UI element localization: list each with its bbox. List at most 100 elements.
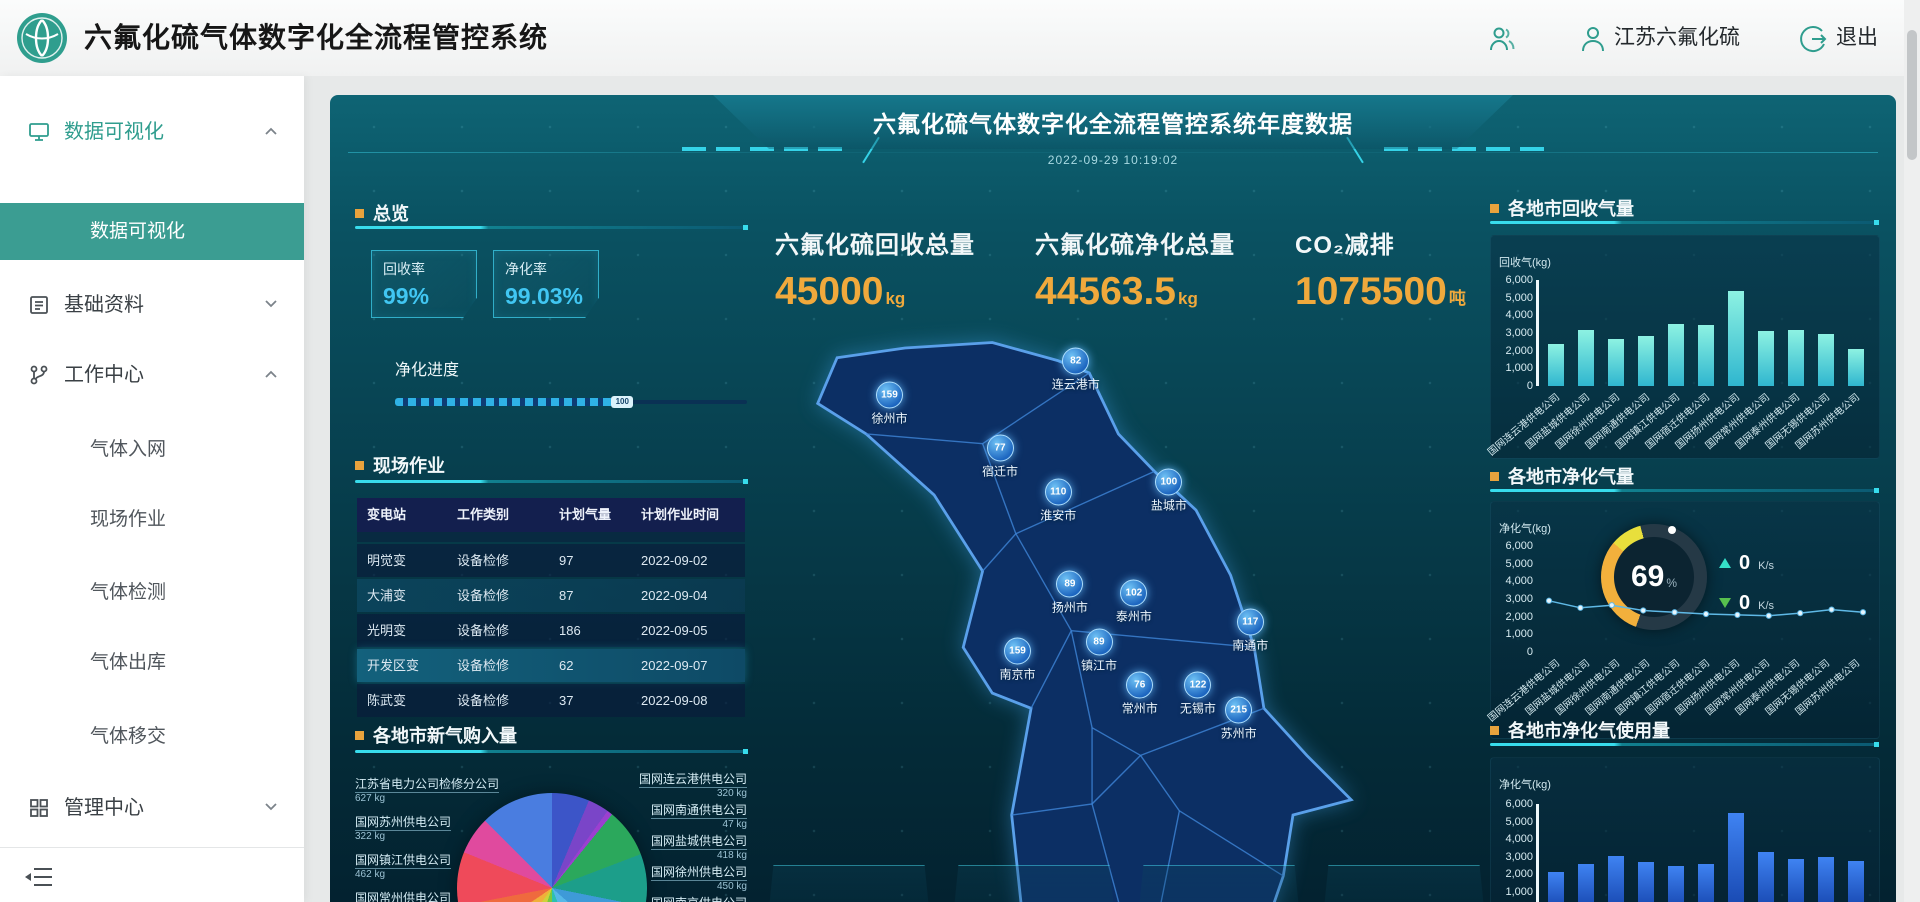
pie-legend-right: 国网连云港供电公司320 kg国网南通供电公司47 kg国网盐城供电公司418 … [587,770,747,902]
table-cell: 2022-09-08 [631,684,745,717]
chevron-down-icon [264,802,278,812]
legend-value: 47 kg [587,819,747,830]
axis-tick-label: 2,000 [1491,345,1533,357]
legend-name: 国网苏州供电公司 [355,816,451,831]
page-scrollbar[interactable] [1904,0,1920,902]
data-point [1641,608,1646,613]
legend-name: 江苏省电力公司检修分公司 [355,778,499,793]
scrollbar-thumb[interactable] [1907,30,1917,160]
table-cell: 设备检修 [447,684,549,717]
legend-name: 国网连云港供电公司 [639,773,747,788]
bar [1818,334,1834,386]
axis-tick-label: 6,000 [1491,540,1533,552]
sidebar-subitem-site-work[interactable]: 现场作业 [0,500,304,540]
sidebar-item-work-center[interactable]: 工作中心 [0,355,304,395]
legend-value: 627 kg [355,793,515,804]
chart-plot [1541,546,1871,652]
table-cell: 设备检修 [447,614,549,647]
bar [1578,864,1594,902]
collapse-sidebar-icon[interactable] [24,864,54,890]
logout-button[interactable]: 退出 [1836,0,1878,76]
sidebar-subitem-gas-transfer[interactable]: 气体移交 [0,717,304,757]
table-cell: 186 [549,614,631,647]
section-purified-gas: 各地市净化气量 [1490,463,1634,489]
axis-tick-label: 0 [1491,380,1533,392]
bar [1548,872,1564,902]
bar [1668,324,1684,386]
chevron-up-icon [264,126,278,136]
section-underline [355,226,747,229]
axis-tick-label: 0 [1491,646,1533,658]
purified-gas-line-chart: 净化气(kg) 69 % 0 K/s 0 K/s 6,0005,0004,000… [1490,501,1880,739]
top-bar: 六氟化硫气体数字化全流程管控系统 江苏六氟化硫 退出 [0,0,1920,76]
legend-name: 国网南京供电公司 [651,897,747,902]
section-purified-gas-usage: 各地市净化气使用量 [1490,717,1670,743]
logout-icon[interactable] [1798,24,1828,54]
legend-name: 国网常州供电公司 [355,892,451,902]
bar [1548,344,1564,386]
sidebar-item-data-visualization[interactable]: 数据可视化 [0,112,304,152]
table-cell: 设备检修 [447,649,549,682]
bar [1608,339,1624,386]
stat-recovered-total: 六氟化硫回收总量 45000kg [775,225,1025,314]
table-cell: 明觉变 [357,544,447,577]
dashboard-datetime: 2022-09-29 10:19:02 [1048,153,1178,167]
monitor-icon [28,121,50,143]
table-cell: 2022-09-07 [631,649,745,682]
grid-icon [28,797,50,819]
chart-plot [1541,280,1871,386]
legend-value: 450 kg [587,881,747,892]
legend-item: 国网连云港供电公司320 kg [587,770,747,799]
legend-item: 国网徐州供电公司450 kg [587,863,747,892]
bar [1848,861,1864,902]
table-cell: 大浦变 [357,579,447,612]
data-point [1829,607,1834,612]
users-group-icon[interactable] [1487,24,1517,54]
sidebar-subitem-gas-outbound[interactable]: 气体出库 [0,643,304,683]
bar [1578,330,1594,386]
legend-value: 418 kg [587,850,747,861]
legend-value: 322 kg [355,831,515,842]
legend-name: 国网徐州供电公司 [651,866,747,881]
sidebar-subitem-gas-testing[interactable]: 气体检测 [0,573,304,613]
data-point [1735,612,1740,617]
section-bullet [355,731,364,740]
sidebar-item-basic-data[interactable]: 基础资料 [0,285,304,325]
bar [1698,325,1714,386]
bottom-card-3 [1135,865,1303,902]
legend-item: 国网苏州供电公司322 kg [355,813,515,842]
jiangsu-province-map: 159徐州市82连云港市77宿迁市110淮安市100盐城市89扬州市102泰州市… [808,312,1390,796]
sidebar-subitem-gas-network[interactable]: 气体入网 [0,430,304,470]
progress-badge: 100 [611,396,633,408]
axis-tick-label: 1,000 [1491,362,1533,374]
axis-tick-label: 1,000 [1491,628,1533,640]
current-user-label: 江苏六氟化硫 [1614,0,1740,76]
bar [1788,859,1804,902]
bar [1848,349,1864,386]
axis-tick-label: 5,000 [1491,558,1533,570]
sidebar: 数据可视化 数据可视化 基础资料 工作中心 气体入网 现场作业 气体检测 气体出… [0,76,304,902]
section-overview: 总览 [355,200,409,226]
sidebar-item-management-center[interactable]: 管理中心 [0,788,304,828]
table-cell: 37 [549,684,631,717]
bar [1728,813,1744,902]
line-series [1541,546,1871,652]
state-grid-logo-icon [16,12,68,64]
dashboard-title: 六氟化硫气体数字化全流程管控系统年度数据 [873,105,1353,139]
data-point [1609,603,1614,608]
bar [1698,864,1714,902]
legend-item: 江苏省电力公司检修分公司627 kg [355,775,515,804]
user-icon[interactable] [1578,24,1608,54]
sidebar-subitem-data-visualization[interactable]: 数据可视化 [0,203,304,260]
purification-rate-card: 净化率 99.03% [493,250,599,318]
data-point [1672,610,1677,615]
axis-tick-label: 2,000 [1491,611,1533,623]
section-underline [1490,489,1878,492]
chevron-up-icon [264,369,278,379]
table-row: 大浦变设备检修872022-09-04 [357,579,745,612]
table-cell: 设备检修 [447,544,549,577]
gauge-knob [1668,526,1676,534]
bar [1758,331,1774,386]
axis-tick-label: 4,000 [1491,309,1533,321]
chart-plot [1541,804,1871,902]
